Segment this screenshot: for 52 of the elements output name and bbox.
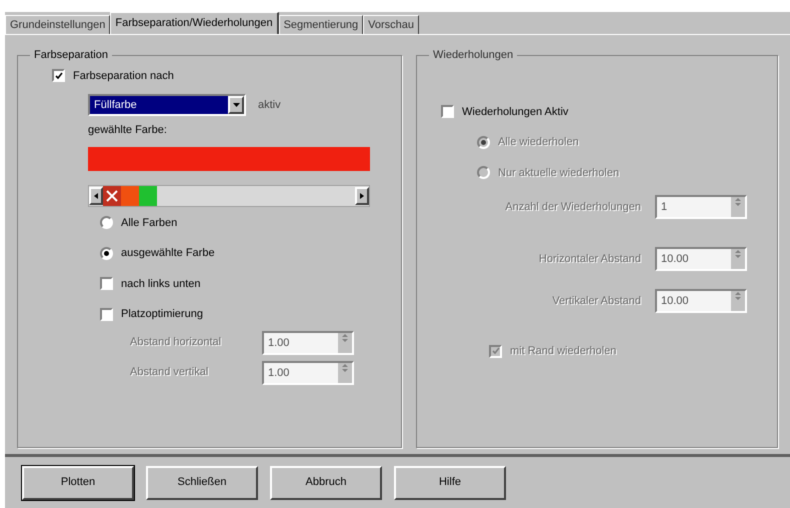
color-scrollbar[interactable]	[88, 184, 370, 206]
scroll-right-icon[interactable]	[355, 186, 369, 204]
option-label: Alle wiederholen	[498, 135, 579, 150]
checkbox[interactable]	[441, 105, 454, 118]
spin-arrows-icon[interactable]	[731, 249, 745, 269]
field-label: Abstand horizontal	[130, 335, 222, 350]
spin-arrows-icon[interactable]	[731, 291, 745, 311]
checkbox[interactable]	[52, 69, 65, 82]
checkbox[interactable]	[100, 277, 113, 290]
checkbox[interactable]	[100, 308, 113, 321]
option-label: Nur aktuelle wiederholen	[498, 166, 620, 180]
dialog-button[interactable]: Hilfe	[394, 466, 506, 500]
field-value: 1.00	[267, 366, 290, 380]
field-label: Anzahl der Wiederholungen	[505, 200, 641, 215]
spin-arrows-icon[interactable]	[731, 197, 745, 217]
scroll-left-icon[interactable]	[89, 186, 103, 204]
field-label: Vertikaler Abstand	[552, 294, 641, 309]
checkmark-icon	[492, 347, 500, 356]
no-color-swatch[interactable]	[103, 186, 121, 206]
field-value: 1	[660, 200, 668, 215]
spin-arrows-icon[interactable]	[338, 332, 352, 352]
field-value: 1.00	[267, 336, 290, 350]
group-title: Farbseparation	[33, 48, 109, 63]
dialog-button[interactable]: Abbruch	[270, 466, 382, 500]
dialog-button[interactable]: Schließen	[146, 466, 258, 500]
cross-icon	[106, 190, 118, 202]
color-swatch[interactable]	[121, 186, 139, 206]
tab[interactable]: Farbseparation/Wiederholungen	[110, 12, 279, 34]
dropdown-value: Füllfarbe	[90, 96, 228, 114]
checkbox-label: Farbseparation nach	[73, 68, 174, 84]
radio-button[interactable]	[100, 216, 113, 230]
checkbox-label: Wiederholungen Aktiv	[462, 104, 568, 120]
tab[interactable]: Segmentierung	[278, 15, 364, 34]
option-label: ausgewählte Farbe	[121, 246, 215, 261]
radio-button[interactable]	[100, 246, 113, 260]
option-label: Platzoptimierung	[121, 307, 203, 322]
field-value: 10.00	[660, 294, 690, 309]
tab[interactable]: Vorschau	[363, 15, 420, 34]
spin-arrows-icon[interactable]	[338, 362, 352, 382]
field-label: Horizontaler Abstand	[538, 252, 641, 267]
field-label: gewählte Farbe:	[88, 123, 168, 138]
group-title: Wiederholungen	[432, 48, 514, 63]
option-label: nach links unten	[121, 276, 200, 292]
dialog-button[interactable]: Plotten	[22, 466, 134, 500]
checkmark-icon	[54, 72, 62, 80]
field-value: 10.00	[660, 252, 690, 267]
color-swatch[interactable]	[139, 186, 157, 206]
status-label: aktiv	[258, 98, 281, 113]
dropdown[interactable]: Füllfarbe	[88, 94, 246, 116]
checkbox-label: mit Rand wiederholen	[510, 344, 616, 359]
option-label: Alle Farben	[121, 216, 178, 230]
field-label: Abstand vertikal	[130, 365, 210, 380]
